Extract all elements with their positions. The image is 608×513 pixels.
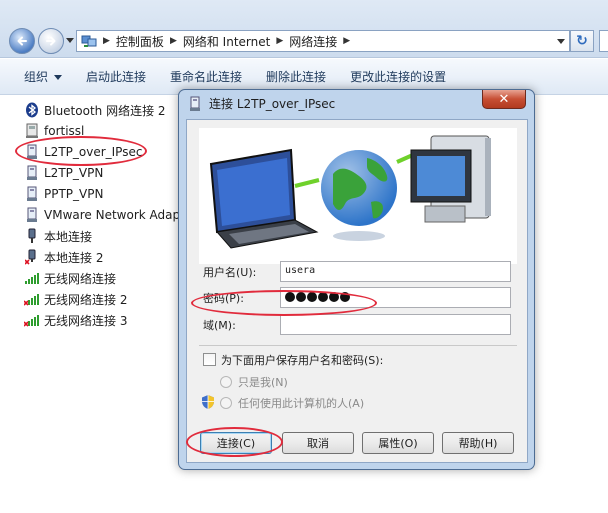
list-item-local-connection-2[interactable]: 本地连接 2 [24,247,103,267]
list-item-wireless-3[interactable]: 无线网络连接 3 [24,310,127,330]
list-item-wireless[interactable]: 无线网络连接 [24,268,116,288]
save-credentials-checkbox[interactable] [203,353,216,366]
laptop-icon [209,148,319,249]
organize-label: 组织 [24,70,49,84]
explorer-navigation-bar: ▶ 控制面板 ▶ 网络和 Internet ▶ 网络连接 ▶ ↻ [0,0,608,58]
list-item-vmware[interactable]: VMware Network Adap [24,205,180,225]
breadcrumb-control-panel[interactable]: 控制面板 [116,33,164,50]
username-field[interactable]: usera [280,261,511,282]
connection-name: Bluetooth 网络连接 2 [44,103,166,118]
recent-pages-dropdown[interactable] [66,38,74,43]
radio-me-only[interactable] [220,376,232,388]
domain-label: 域(M): [203,319,236,332]
radio-anyone[interactable] [220,397,232,409]
cancel-button[interactable]: 取消 [282,432,354,454]
server-icon [410,135,491,223]
forward-button[interactable] [38,28,64,54]
password-field[interactable] [280,287,511,308]
start-connection-button[interactable]: 启动此连接 [74,68,158,85]
dialog-body: 用户名(U): usera 密码(P): 域(M): 为下面用户保存用户名和密码… [186,119,528,463]
vpn-icon [24,144,40,160]
help-button[interactable]: 帮助(H) [442,432,514,454]
wireless-disconnected-icon [24,291,40,307]
domain-field[interactable] [280,314,511,335]
connection-banner [199,128,517,264]
dialog-title: 连接 L2TP_over_IPsec [187,95,335,112]
breadcrumb-separator-icon[interactable]: ▶ [103,36,110,46]
connection-name: L2TP_VPN [44,166,104,180]
address-bar[interactable]: ▶ 控制面板 ▶ 网络和 Internet ▶ 网络连接 ▶ [76,30,570,52]
password-mask-dot [340,291,350,302]
connection-name: 无线网络连接 2 [44,292,128,307]
connection-name: VMware Network Adap [44,208,181,222]
ethernet-icon [24,228,40,244]
wireless-disconnected-icon [24,312,40,328]
refresh-icon: ↻ [576,33,588,49]
list-item-l2tp-over-ipsec[interactable]: L2TP_over_IPsec [24,142,142,162]
back-button[interactable] [9,28,35,54]
address-history-dropdown[interactable] [557,39,565,44]
close-icon: ✕ [498,91,510,107]
rename-connection-button[interactable]: 重命名此连接 [158,68,254,85]
breadcrumb-separator-icon[interactable]: ▶ [276,36,283,46]
ethernet-disconnected-icon [24,249,40,265]
connection-name: 无线网络连接 3 [44,313,128,328]
password-mask-dot [285,291,295,302]
username-label: 用户名(U): [203,266,257,279]
refresh-button[interactable]: ↻ [570,30,594,52]
uac-shield-icon [202,395,214,409]
bluetooth-icon [24,102,40,118]
network-adapter-icon [24,207,40,223]
list-item-wireless-2[interactable]: 无线网络连接 2 [24,289,127,309]
globe-icon [321,150,397,241]
connect-dialog: 连接 L2TP_over_IPsec ✕ 用户名(U): usera 密码(P)… [178,89,535,470]
list-item-local-connection[interactable]: 本地连接 [24,226,92,246]
network-adapter-icon [24,123,40,139]
close-button[interactable]: ✕ [482,90,526,109]
change-connection-settings-button[interactable]: 更改此连接的设置 [338,68,458,85]
connection-list: Bluetooth 网络连接 2 fortissl L2TP_over_IPse… [0,96,185,513]
arrow-left-icon [17,36,27,46]
laptop-globe-server-illustration [209,135,491,249]
list-item-l2tp-vpn[interactable]: L2TP_VPN [24,163,103,183]
list-item-bluetooth[interactable]: Bluetooth 网络连接 2 [24,100,166,120]
connection-name: PPTP_VPN [44,187,104,201]
arrow-right-icon [46,36,56,46]
connection-name: 无线网络连接 [44,271,117,286]
vpn-icon [190,96,200,111]
divider [199,345,517,346]
connection-name: L2TP_over_IPsec [44,145,143,159]
radio-me-only-label: 只是我(N) [238,376,288,389]
dialog-title-text: 连接 L2TP_over_IPsec [209,97,336,111]
password-mask-dot [307,291,317,302]
connection-name: fortissl [44,124,85,138]
password-mask-dot [296,291,306,302]
breadcrumb-network-connections[interactable]: 网络连接 [289,33,337,50]
list-item-fortissl[interactable]: fortissl [24,121,84,141]
password-mask-dot [318,291,328,302]
vpn-icon [24,165,40,181]
network-connections-icon [81,35,97,47]
connection-name: 本地连接 2 [44,250,104,265]
breadcrumb-separator-icon[interactable]: ▶ [170,36,177,46]
properties-button[interactable]: 属性(O) [362,432,434,454]
search-input[interactable] [599,30,608,52]
connection-name: 本地连接 [44,229,93,244]
wireless-signal-icon [24,270,40,286]
breadcrumb-separator-icon[interactable]: ▶ [343,36,350,46]
save-credentials-label: 为下面用户保存用户名和密码(S): [221,354,384,367]
list-item-pptp-vpn[interactable]: PPTP_VPN [24,184,103,204]
breadcrumb-network-internet[interactable]: 网络和 Internet [183,33,270,50]
delete-connection-button[interactable]: 删除此连接 [254,68,338,85]
radio-anyone-label: 任何使用此计算机的人(A) [238,397,365,410]
password-label: 密码(P): [203,292,244,305]
connect-button[interactable]: 连接(C) [200,432,272,454]
chevron-down-icon [54,75,63,80]
organize-menu[interactable]: 组织 [0,68,74,85]
vpn-icon [24,186,40,202]
password-mask-dot [329,291,339,302]
